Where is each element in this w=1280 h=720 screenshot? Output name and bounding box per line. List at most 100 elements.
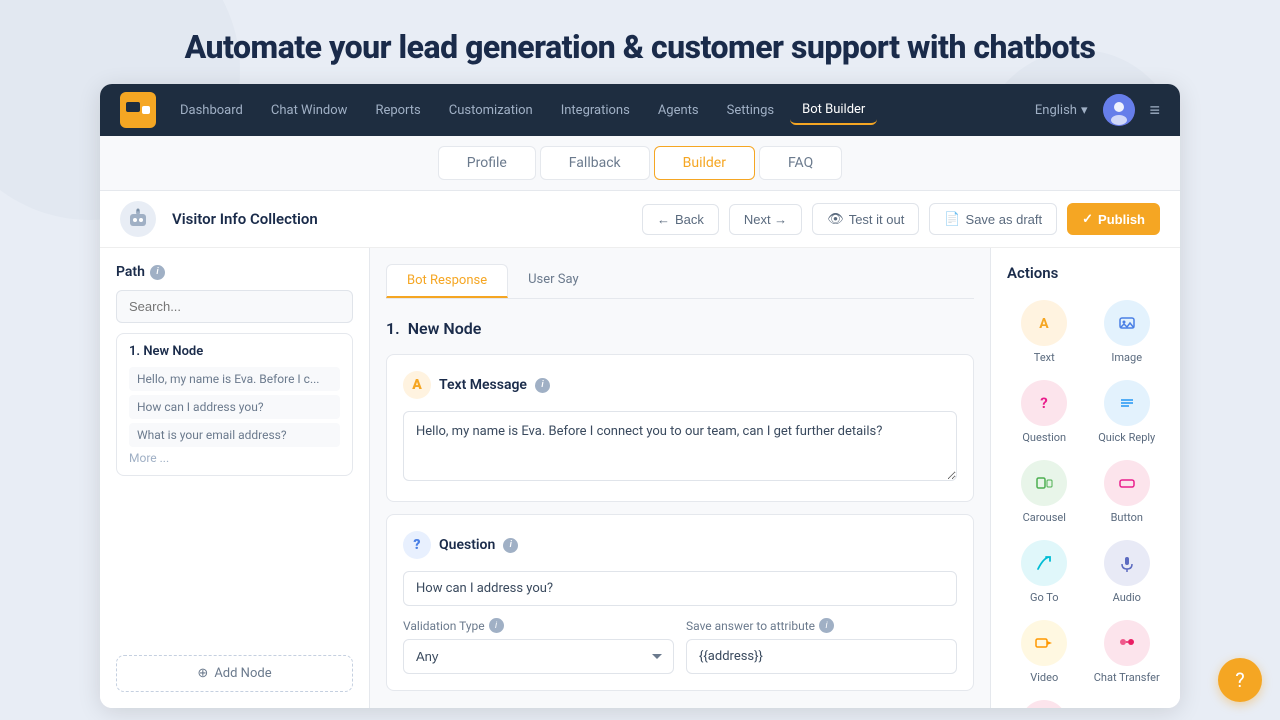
action-go-to-label: Go To — [1030, 591, 1059, 604]
node-message-1: Hello, my name is Eva. Before I c... — [129, 367, 340, 391]
action-button[interactable]: Button — [1090, 456, 1165, 528]
question-input[interactable] — [403, 571, 957, 606]
text-message-header: A Text Message i — [403, 371, 957, 399]
language-selector[interactable]: English ▾ — [1035, 103, 1088, 118]
app-container: Dashboard Chat Window Reports Customizat… — [100, 84, 1180, 708]
add-node-button[interactable]: ⊕ Add Node — [116, 655, 353, 692]
save-attr-info-icon: i — [819, 618, 834, 633]
tab-faq[interactable]: FAQ — [759, 146, 842, 180]
nav-settings[interactable]: Settings — [715, 97, 786, 124]
chevron-down-icon: ▾ — [1081, 103, 1088, 118]
test-button[interactable]: 👁 Test it out — [812, 203, 919, 235]
navbar: Dashboard Chat Window Reports Customizat… — [100, 84, 1180, 136]
action-carousel-label: Carousel — [1023, 511, 1066, 524]
action-audio[interactable]: Audio — [1090, 536, 1165, 608]
question-section-icon: ? — [403, 531, 431, 559]
save-draft-button[interactable]: 📄 Save as draft — [929, 203, 1057, 235]
svg-text:?: ? — [1041, 394, 1048, 412]
bot-icon — [120, 201, 156, 237]
action-quick-reply-icon — [1104, 380, 1150, 426]
search-input[interactable] — [116, 290, 353, 323]
tab-profile[interactable]: Profile — [438, 146, 536, 180]
action-api-plugin-icon — [1021, 700, 1067, 708]
nav-agents[interactable]: Agents — [646, 97, 711, 124]
save-attr-col: Save answer to attribute i — [686, 618, 957, 674]
action-question[interactable]: ? Question — [1007, 376, 1082, 448]
nav-integrations[interactable]: Integrations — [549, 97, 642, 124]
action-image[interactable]: Image — [1090, 296, 1165, 368]
action-text-icon: A — [1021, 300, 1067, 346]
check-icon: ✓ — [1082, 211, 1093, 227]
text-message-textarea[interactable]: Hello, my name is Eva. Before I connect … — [403, 411, 957, 481]
tab-bar: Profile Fallback Builder FAQ — [100, 136, 1180, 191]
action-chat-transfer[interactable]: Chat Transfer — [1090, 616, 1165, 688]
action-audio-icon — [1104, 540, 1150, 586]
back-arrow-icon: ← — [657, 212, 670, 227]
nav-bot-builder[interactable]: Bot Builder — [790, 96, 877, 125]
bot-title: Visitor Info Collection — [172, 210, 632, 228]
action-question-icon: ? — [1021, 380, 1067, 426]
question-section: ? Question i Validation Type i — [386, 514, 974, 691]
action-video-icon — [1021, 620, 1067, 666]
action-quick-reply-label: Quick Reply — [1098, 431, 1155, 444]
draft-icon: 📄 — [944, 211, 960, 227]
svg-text:A: A — [1040, 316, 1050, 332]
action-video-label: Video — [1030, 671, 1058, 684]
next-button[interactable]: Next → — [729, 204, 802, 235]
actions-header: Actions — [1007, 264, 1164, 282]
node-card-title: 1. New Node — [129, 344, 340, 359]
action-image-icon — [1104, 300, 1150, 346]
nav-customization[interactable]: Customization — [437, 97, 545, 124]
action-button-label: Button — [1111, 511, 1143, 524]
action-question-label: Question — [1022, 431, 1066, 444]
eye-icon: 👁 — [827, 211, 844, 227]
menu-icon[interactable]: ≡ — [1149, 100, 1160, 121]
actions-panel: Actions A Text — [990, 248, 1180, 708]
validation-label: Validation Type i — [403, 618, 674, 633]
action-api-plugin[interactable]: API Plugin — [1007, 696, 1082, 708]
hero-title: Automate your lead generation & customer… — [0, 0, 1280, 84]
main-content: Path i 1. New Node Hello, my name is Eva… — [100, 248, 1180, 708]
node-more: More ... — [129, 451, 340, 465]
plus-icon: ⊕ — [197, 666, 208, 681]
publish-button[interactable]: ✓ Publish — [1067, 203, 1160, 235]
node-message-3: What is your email address? — [129, 423, 340, 447]
actions-grid: A Text — [1007, 296, 1164, 708]
toolbar: Visitor Info Collection ← Back Next → 👁 … — [100, 191, 1180, 248]
node-card[interactable]: 1. New Node Hello, my name is Eva. Befor… — [116, 333, 353, 476]
path-header: Path i — [116, 264, 353, 280]
action-video[interactable]: Video — [1007, 616, 1082, 688]
nav-dashboard[interactable]: Dashboard — [168, 97, 255, 124]
editor-node-header: 1. New Node — [386, 311, 974, 342]
back-button[interactable]: ← Back — [642, 204, 719, 235]
question-header: ? Question i — [403, 531, 957, 559]
text-section-icon: A — [403, 371, 431, 399]
save-attr-label: Save answer to attribute i — [686, 618, 957, 633]
action-go-to[interactable]: Go To — [1007, 536, 1082, 608]
action-text[interactable]: A Text — [1007, 296, 1082, 368]
action-text-label: Text — [1034, 351, 1055, 364]
tab-user-say[interactable]: User Say — [508, 264, 599, 298]
action-audio-label: Audio — [1113, 591, 1141, 604]
tab-bot-response[interactable]: Bot Response — [386, 264, 508, 298]
action-chat-transfer-label: Chat Transfer — [1094, 671, 1160, 684]
avatar[interactable] — [1103, 94, 1135, 126]
path-info-icon: i — [150, 265, 165, 280]
save-attr-input[interactable] — [686, 639, 957, 674]
navbar-logo — [120, 92, 156, 128]
nav-chat-window[interactable]: Chat Window — [259, 97, 360, 124]
action-button-icon — [1104, 460, 1150, 506]
action-carousel-icon — [1021, 460, 1067, 506]
action-quick-reply[interactable]: Quick Reply — [1090, 376, 1165, 448]
editor-panel: Bot Response User Say 1. New Node A Text… — [370, 248, 990, 708]
validation-col: Validation Type i Any — [403, 618, 674, 674]
editor-tabs: Bot Response User Say — [386, 264, 974, 299]
tab-builder[interactable]: Builder — [654, 146, 755, 180]
nav-reports[interactable]: Reports — [363, 97, 432, 124]
node-message-2: How can I address you? — [129, 395, 340, 419]
action-carousel[interactable]: Carousel — [1007, 456, 1082, 528]
text-message-section: A Text Message i Hello, my name is Eva. … — [386, 354, 974, 502]
tab-fallback[interactable]: Fallback — [540, 146, 650, 180]
path-panel: Path i 1. New Node Hello, my name is Eva… — [100, 248, 370, 708]
validation-select[interactable]: Any — [403, 639, 674, 674]
